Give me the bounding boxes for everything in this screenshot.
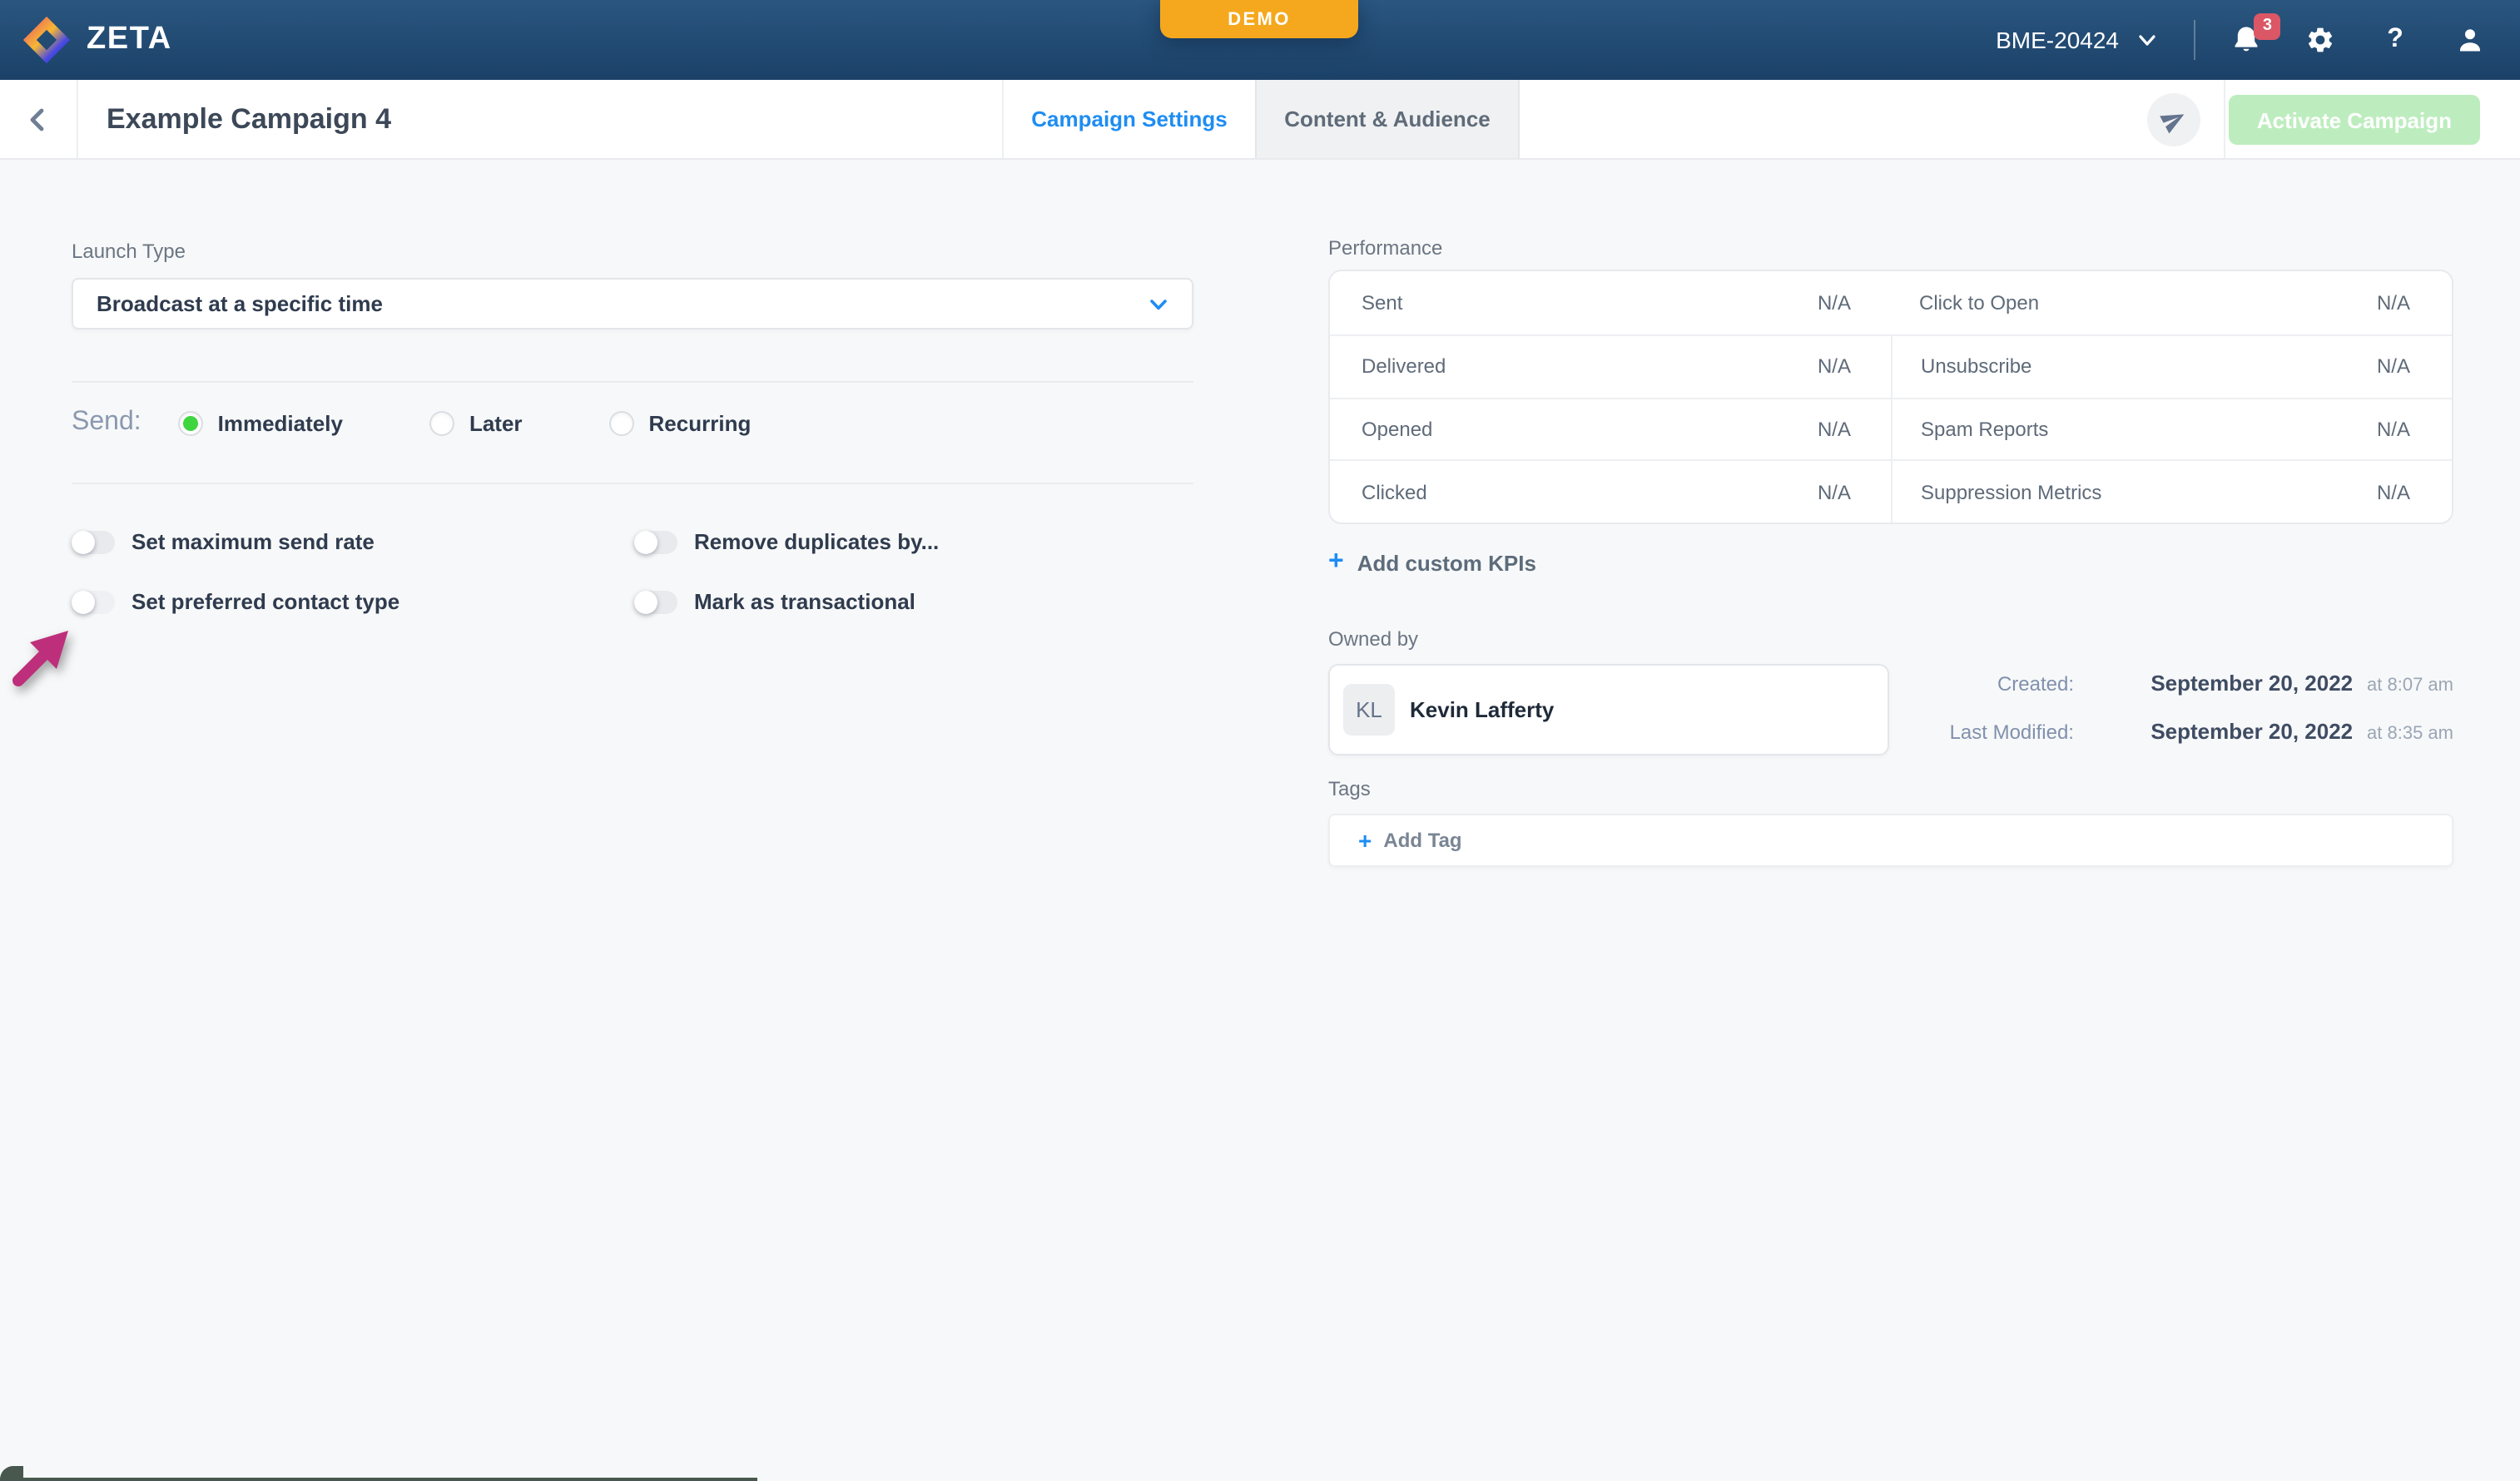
perf-value: N/A	[1818, 418, 1851, 441]
zeta-diamond-icon	[22, 15, 72, 65]
last-modified-label: Last Modified:	[1921, 721, 2074, 744]
tags-label: Tags	[1328, 777, 1371, 800]
perf-row-opened: Opened N/A	[1330, 397, 1891, 460]
chevron-down-icon	[2136, 28, 2159, 52]
last-modified-time: at 8:35 am	[2367, 724, 2453, 744]
radio-later[interactable]: Later	[429, 410, 523, 435]
toggle-off-icon	[634, 590, 677, 613]
owner-card: KL Kevin Lafferty	[1328, 664, 1889, 755]
divider	[72, 381, 1193, 383]
perf-row-suppression-metrics: Suppression Metrics N/A	[1891, 460, 2452, 523]
question-mark-icon: ?	[2387, 25, 2403, 55]
tab-content-audience[interactable]: Content & Audience	[1257, 80, 1520, 158]
radio-unselected-icon	[429, 410, 454, 435]
tab-campaign-settings[interactable]: Campaign Settings	[1002, 80, 1257, 158]
header-divider	[2224, 80, 2225, 158]
campaign-meta: Created: September 20, 2022 at 8:07 am L…	[1921, 669, 2453, 765]
perf-row-sent: Sent N/A	[1330, 271, 1891, 334]
navbar-divider	[2194, 20, 2195, 60]
created-label: Created:	[1921, 672, 2074, 696]
page-title: Example Campaign 4	[107, 80, 391, 158]
chevron-down-icon	[1148, 294, 1168, 314]
perf-row-unsubscribe: Unsubscribe N/A	[1891, 334, 2452, 398]
toggle-options-grid: Set maximum send rate Remove duplicates …	[72, 529, 939, 614]
notifications-button[interactable]: 3	[2230, 25, 2260, 55]
brand-logo-group[interactable]: ZETA	[0, 15, 172, 65]
org-selector[interactable]: BME-20424	[1996, 27, 2159, 53]
plus-icon: +	[1358, 829, 1372, 852]
toggle-set-preferred-contact-type[interactable]: Set preferred contact type	[72, 589, 634, 614]
toggle-mark-as-transactional[interactable]: Mark as transactional	[634, 589, 939, 614]
perf-row-delivered: Delivered N/A	[1330, 334, 1891, 398]
last-modified-row: Last Modified: September 20, 2022 at 8:3…	[1921, 717, 2453, 765]
toggle-set-maximum-send-rate[interactable]: Set maximum send rate	[72, 529, 634, 554]
perf-row-click-to-open: Click to Open N/A	[1891, 271, 2452, 334]
send-options-row: Send: Immediately Later Recurring	[72, 403, 837, 443]
perf-value: N/A	[2377, 354, 2410, 378]
perf-value: N/A	[1818, 291, 1851, 315]
app-window: ZETA DEMO BME-20424 3	[0, 0, 2520, 1481]
toggle-remove-duplicates[interactable]: Remove duplicates by...	[634, 529, 939, 554]
launch-type-value: Broadcast at a specific time	[97, 291, 383, 316]
last-modified-date: September 20, 2022	[2150, 719, 2353, 744]
chevron-left-icon	[22, 102, 55, 136]
created-time: at 8:07 am	[2367, 676, 2453, 696]
perf-value: N/A	[2377, 418, 2410, 441]
add-tag-button[interactable]: + Add Tag	[1358, 829, 1462, 852]
org-name: BME-20424	[1996, 27, 2119, 53]
navbar-right-group: BME-20424 3	[1996, 20, 2520, 60]
perf-row-clicked: Clicked N/A	[1330, 460, 1891, 523]
top-navbar: ZETA DEMO BME-20424 3	[0, 0, 2520, 80]
add-custom-kpis-link[interactable]: + Add custom KPIs	[1328, 549, 1536, 576]
owned-by-label: Owned by	[1328, 627, 1418, 651]
send-test-button[interactable]	[2147, 93, 2200, 146]
radio-immediately[interactable]: Immediately	[178, 410, 343, 435]
toggle-off-icon	[72, 530, 115, 553]
send-label: Send:	[72, 408, 141, 438]
perf-value: N/A	[1818, 354, 1851, 378]
user-menu-button[interactable]	[2455, 25, 2485, 55]
avatar: KL	[1343, 684, 1395, 736]
created-row: Created: September 20, 2022 at 8:07 am	[1921, 669, 2453, 717]
perf-value: N/A	[2377, 291, 2410, 315]
created-date: September 20, 2022	[2150, 671, 2353, 696]
performance-table: Sent N/A Click to Open N/A Delivered N/A…	[1328, 270, 2453, 524]
annotation-arrow-cursor	[7, 619, 80, 701]
demo-badge: DEMO	[1160, 0, 1358, 38]
bottom-cutoff-element	[0, 1478, 757, 1481]
launch-type-label: Launch Type	[72, 240, 186, 263]
radio-selected-icon	[178, 410, 203, 435]
notification-count-badge: 3	[2255, 13, 2280, 40]
brand-name: ZETA	[87, 22, 172, 58]
person-icon	[2455, 25, 2485, 55]
divider	[72, 483, 1193, 484]
settings-button[interactable]	[2305, 25, 2335, 55]
tags-box: + Add Tag	[1328, 814, 2453, 867]
performance-label: Performance	[1328, 236, 1442, 260]
owner-name: Kevin Lafferty	[1410, 697, 1554, 722]
perf-row-spam-reports: Spam Reports N/A	[1891, 397, 2452, 460]
gear-icon	[2305, 25, 2335, 55]
main-content: Launch Type Broadcast at a specific time…	[0, 160, 2520, 1481]
campaign-header-bar: Example Campaign 4 Campaign Settings Con…	[0, 80, 2520, 160]
help-button[interactable]: ?	[2380, 25, 2410, 55]
launch-type-select[interactable]: Broadcast at a specific time	[72, 278, 1193, 329]
back-button[interactable]	[0, 80, 78, 158]
activate-campaign-button[interactable]: Activate Campaign	[2229, 95, 2480, 145]
toggle-off-icon	[634, 530, 677, 553]
radio-recurring[interactable]: Recurring	[609, 410, 752, 435]
paper-plane-icon	[2155, 102, 2191, 137]
toggle-off-icon	[72, 590, 115, 613]
perf-value: N/A	[1818, 480, 1851, 503]
radio-unselected-icon	[609, 410, 634, 435]
perf-value: N/A	[2377, 480, 2410, 503]
plus-icon: +	[1328, 549, 1344, 576]
campaign-tabs: Campaign Settings Content & Audience	[1002, 80, 1520, 158]
